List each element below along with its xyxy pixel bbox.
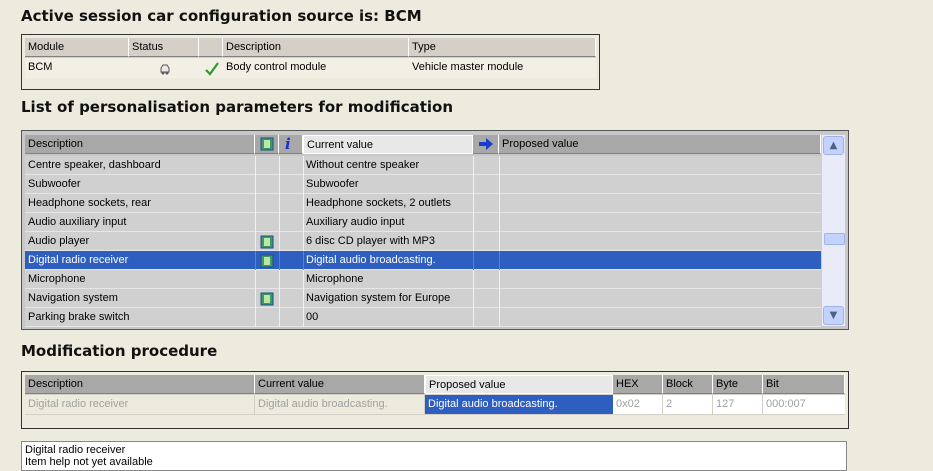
param-current-value: Navigation system for Europe (306, 292, 451, 304)
param-proposed-value (499, 156, 821, 175)
module-icon (260, 291, 274, 306)
param-current-value: Auxiliary audio input (306, 216, 405, 228)
procedure-bit: 000:007 (763, 395, 845, 414)
param-description: Navigation system (28, 292, 118, 304)
module-icon (260, 137, 274, 153)
scroll-thumb[interactable] (824, 233, 845, 245)
col-header-info-icon[interactable]: i (279, 135, 303, 154)
arrow-right-icon (478, 137, 494, 153)
params-title: List of personalisation parameters for m… (21, 98, 454, 116)
col-header-module[interactable]: Module (25, 38, 129, 57)
col-header-description[interactable]: Description (25, 375, 255, 394)
param-proposed-value (499, 270, 821, 289)
col-header-blank[interactable] (199, 38, 223, 57)
param-current-value: 6 disc CD player with MP3 (306, 235, 435, 247)
module-icon (260, 234, 274, 249)
params-table: Description i Current value Proposed val… (21, 130, 849, 330)
col-header-byte[interactable]: Byte (713, 375, 763, 394)
param-description: Microphone (28, 273, 86, 285)
param-proposed-value (499, 194, 821, 213)
col-header-current-value[interactable]: Current value (255, 375, 425, 394)
col-header-current-value[interactable]: Current value (303, 135, 473, 154)
procedure-table: Description Current value Proposed value… (21, 371, 849, 429)
col-header-proposed-value[interactable]: Proposed value (425, 375, 613, 394)
param-current-value: Microphone (306, 273, 364, 285)
scroll-down-button[interactable]: ▼ (823, 306, 844, 325)
param-proposed-value (499, 213, 821, 232)
col-header-description[interactable]: Description (25, 135, 255, 154)
procedure-current-value: Digital audio broadcasting. (255, 395, 425, 414)
module-description: Body control module (226, 61, 327, 73)
param-description: Subwoofer (28, 178, 81, 190)
procedure-block: 2 (663, 395, 713, 414)
param-proposed-value (499, 308, 821, 327)
param-description: Centre speaker, dashboard (28, 159, 161, 171)
module-value: BCM (28, 61, 53, 73)
info-icon: i (285, 135, 291, 153)
procedure-title: Modification procedure (21, 342, 218, 360)
param-description: Parking brake switch (28, 311, 130, 323)
vertical-scrollbar[interactable]: ▲ ▼ (821, 135, 845, 326)
help-text: Item help not yet available (25, 456, 153, 468)
car-status-icon (158, 61, 172, 75)
green-check-icon (205, 61, 219, 76)
module-table: Module Status Description Type BCM Body … (21, 34, 600, 90)
param-description: Audio auxiliary input (28, 216, 127, 228)
col-header-bit[interactable]: Bit (763, 375, 845, 394)
col-header-arrow-icon[interactable] (473, 135, 499, 154)
param-current-value: Without centre speaker (306, 159, 420, 171)
col-header-proposed-value[interactable]: Proposed value (499, 135, 821, 154)
session-title: Active session car configuration source … (21, 7, 422, 25)
col-header-status[interactable]: Status (129, 38, 199, 57)
module-type: Vehicle master module (412, 61, 524, 73)
procedure-byte: 127 (713, 395, 763, 414)
scroll-up-button[interactable]: ▲ (823, 136, 844, 155)
param-description: Digital radio receiver (28, 254, 129, 266)
param-proposed-value (499, 289, 821, 308)
procedure-description: Digital radio receiver (25, 395, 255, 414)
param-proposed-value (499, 232, 821, 251)
param-description: Headphone sockets, rear (28, 197, 151, 209)
item-help-box: Digital radio receiver Item help not yet… (21, 441, 847, 471)
param-current-value: Digital audio broadcasting. (306, 254, 436, 266)
help-title: Digital radio receiver (25, 444, 126, 456)
col-header-hex[interactable]: HEX (613, 375, 663, 394)
module-icon (260, 253, 274, 268)
col-header-module-icon[interactable] (255, 135, 279, 154)
param-proposed-value (499, 251, 821, 270)
col-header-description[interactable]: Description (223, 38, 409, 57)
param-proposed-value (499, 175, 821, 194)
param-current-value: Headphone sockets, 2 outlets (306, 197, 451, 209)
param-description: Audio player (28, 235, 90, 247)
col-header-type[interactable]: Type (409, 38, 596, 57)
procedure-hex: 0x02 (613, 395, 663, 414)
param-current-value: Subwoofer (306, 178, 359, 190)
procedure-proposed-value[interactable]: Digital audio broadcasting. (425, 395, 613, 414)
col-header-block[interactable]: Block (663, 375, 713, 394)
param-current-value: 00 (306, 311, 319, 323)
